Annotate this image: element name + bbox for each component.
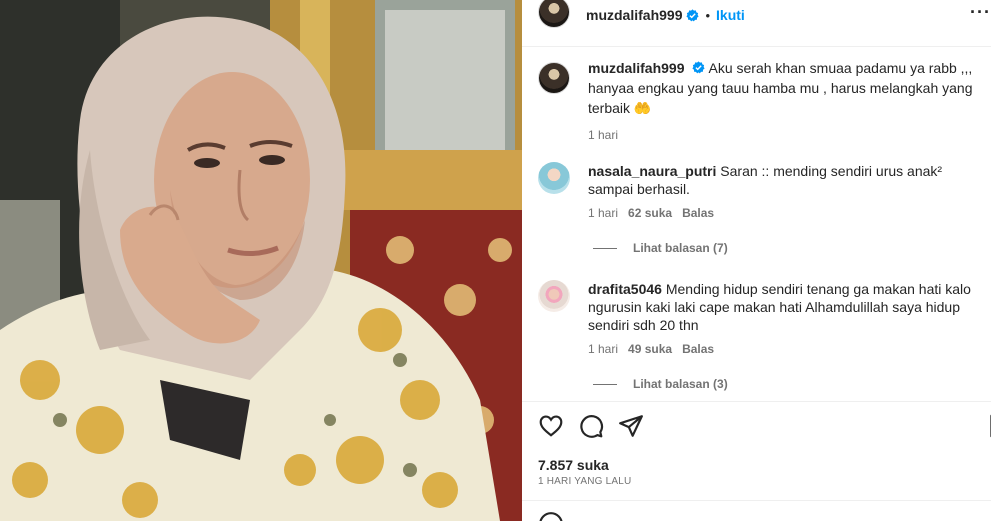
comment-item: drafita5046 Mending hidup sendiri tenang… <box>538 280 988 356</box>
post-image <box>0 0 522 521</box>
commenter-username[interactable]: drafita5046 <box>588 281 662 297</box>
likes-count[interactable]: 7.857 suka <box>538 457 609 473</box>
replies-line <box>593 383 617 385</box>
comment-time[interactable]: 1 hari <box>588 342 618 356</box>
comment-body: drafita5046 Mending hidup sendiri tenang… <box>588 280 983 334</box>
view-replies-label: Lihat balasan (7) <box>633 241 728 255</box>
verified-badge-icon <box>692 61 705 74</box>
post-photo <box>0 0 522 521</box>
footer-divider <box>522 500 991 501</box>
reply-button[interactable]: Balas <box>682 342 714 356</box>
comment-item: nasala_naura_putri Saran :: mending send… <box>538 162 988 220</box>
commenter-avatar[interactable] <box>538 162 570 194</box>
view-replies-button[interactable]: Lihat balasan (3) <box>593 377 728 391</box>
comment-likes[interactable]: 62 suka <box>628 206 672 220</box>
post-date[interactable]: 1 HARI YANG LALU <box>538 476 631 487</box>
post-panel: muzdalifah999 • Ikuti ··· muzdalifah999 … <box>522 0 991 521</box>
share-icon[interactable] <box>618 413 644 439</box>
caption-text-block: muzdalifah999 Aku serah khan smuaa padam… <box>588 58 973 118</box>
post-caption: muzdalifah999 Aku serah khan smuaa padam… <box>538 58 978 142</box>
caption-avatar[interactable] <box>538 62 570 94</box>
actions-divider <box>522 401 991 402</box>
caption-meta: 1 hari <box>588 128 973 142</box>
bookmark-icon[interactable] <box>986 413 991 439</box>
verified-badge-icon <box>686 8 700 21</box>
comment-icon[interactable] <box>578 413 604 439</box>
author-avatar[interactable] <box>538 0 570 28</box>
author-username[interactable]: muzdalifah999 <box>586 7 682 23</box>
comment-likes[interactable]: 49 suka <box>628 342 672 356</box>
heart-icon[interactable] <box>538 413 564 439</box>
post-header: muzdalifah999 • Ikuti ··· <box>522 0 991 30</box>
caption-time[interactable]: 1 hari <box>588 128 618 142</box>
comment-meta: 1 hari 62 suka Balas <box>588 206 983 220</box>
follow-button[interactable]: Ikuti <box>716 7 745 23</box>
commenter-avatar[interactable] <box>538 280 570 312</box>
action-bar <box>538 413 991 441</box>
view-replies-label: Lihat balasan (3) <box>633 377 728 391</box>
emoji-icon[interactable] <box>538 511 564 521</box>
caption-username[interactable]: muzdalifah999 <box>588 60 684 76</box>
comment-meta: 1 hari 49 suka Balas <box>588 342 983 356</box>
replies-line <box>593 247 617 249</box>
commenter-username[interactable]: nasala_naura_putri <box>588 163 716 179</box>
separator-dot: • <box>705 7 711 23</box>
header-divider <box>522 46 991 47</box>
comment-time[interactable]: 1 hari <box>588 206 618 220</box>
view-replies-button[interactable]: Lihat balasan (7) <box>593 241 728 255</box>
comment-body: nasala_naura_putri Saran :: mending send… <box>588 162 983 198</box>
more-options-icon[interactable]: ··· <box>970 2 991 23</box>
reply-button[interactable]: Balas <box>682 206 714 220</box>
